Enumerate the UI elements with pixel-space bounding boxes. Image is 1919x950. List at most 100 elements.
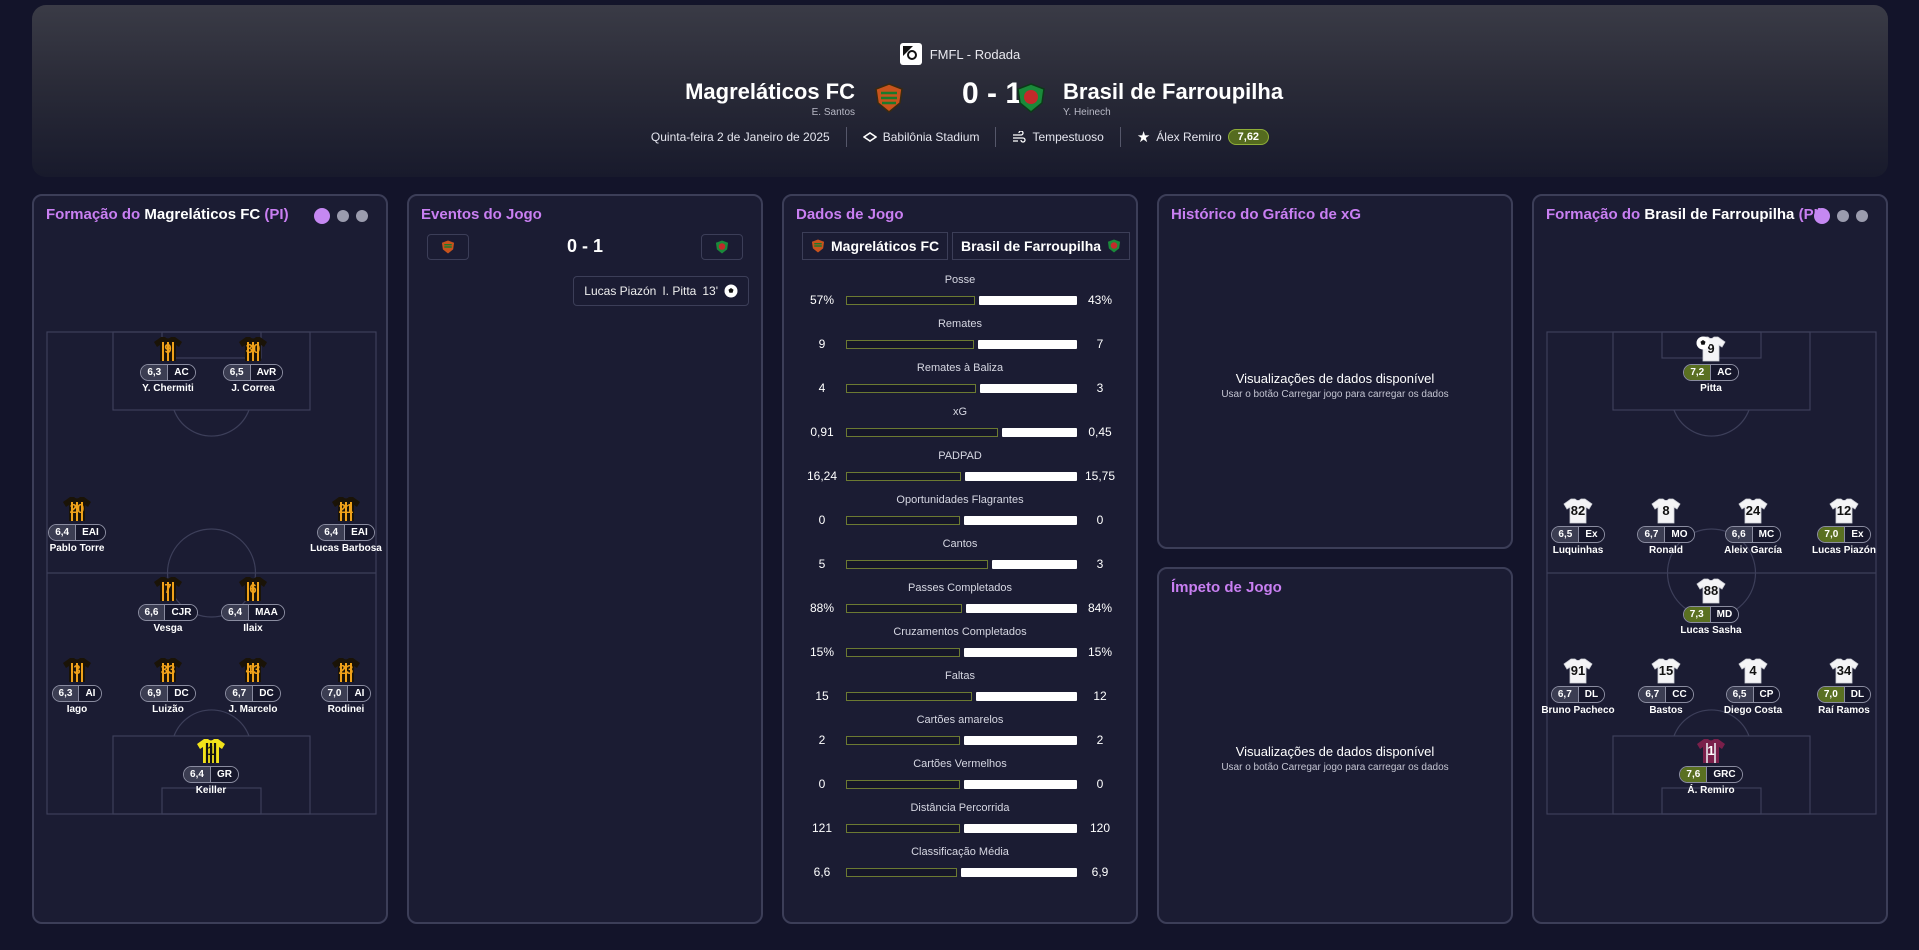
- player-name: Á. Remiro: [1687, 785, 1735, 796]
- shirt-icon: 20: [62, 496, 92, 522]
- stat-home-value: 121: [811, 821, 833, 835]
- shirt-icon: 9: [1696, 336, 1726, 362]
- player-card[interactable]: 91 6,7 DL Bruno Pacheco: [1528, 658, 1628, 716]
- stat-away-value: 0: [1096, 777, 1104, 791]
- view-dot-2[interactable]: [337, 210, 349, 222]
- shirt-number: 1: [1707, 743, 1715, 758]
- player-card[interactable]: 4 6,5 CP Diego Costa: [1703, 658, 1803, 716]
- stat-label: Remates: [937, 318, 983, 330]
- player-card[interactable]: 30 6,5 AvR J. Correa: [203, 336, 303, 394]
- player-position: Ex: [1844, 527, 1870, 542]
- player-rating-badge: 7,0 Ex: [1817, 526, 1871, 543]
- player-position: DC: [252, 686, 280, 701]
- tab-away-team[interactable]: Brasil de Farroupilha: [952, 232, 1131, 260]
- tab-label: Magreláticos FC: [831, 238, 940, 254]
- player-name: Diego Costa: [1723, 705, 1783, 716]
- shirt-icon: 34: [1829, 658, 1859, 684]
- player-position: MAA: [248, 605, 284, 620]
- momentum-panel: Ímpeto de Jogo Visualizações de dados di…: [1157, 567, 1513, 924]
- stat-home-bar: [846, 824, 960, 833]
- shirt-icon: 30: [238, 336, 268, 362]
- star-icon: ★: [1136, 129, 1151, 146]
- shirt-number: 21: [338, 501, 354, 516]
- player-position: CJR: [164, 605, 198, 620]
- stat-label: Cartões Vermelhos: [913, 758, 1007, 770]
- shirt-icon: 82: [1563, 498, 1593, 524]
- shirt-number: 1: [207, 743, 215, 758]
- player-position: DL: [1843, 687, 1871, 702]
- player-position: MO: [1664, 527, 1694, 542]
- player-name: Raí Ramos: [1818, 705, 1870, 716]
- player-rating-badge: 7,0 AI: [320, 685, 372, 702]
- player-name: Bruno Pacheco: [1541, 705, 1615, 716]
- match-header: FMFL - Rodada Magreláticos FC E. Santos …: [32, 5, 1888, 177]
- player-position: CP: [1752, 687, 1780, 702]
- view-dot-1[interactable]: [1814, 208, 1830, 224]
- player-card[interactable]: 12 7,0 Ex Lucas Piazón: [1794, 498, 1894, 556]
- stat-away-bar: [978, 340, 1077, 349]
- view-dot-1[interactable]: [314, 208, 330, 224]
- stat-away-bar: [966, 604, 1077, 613]
- player-card[interactable]: 8 6,7 MO Ronald: [1616, 498, 1716, 556]
- player-card[interactable]: 88 7,3 MD Lucas Sasha: [1661, 578, 1761, 636]
- player-card[interactable]: 24 6,6 MC Aleix García: [1703, 498, 1803, 556]
- stat-home-bar: [846, 780, 960, 789]
- player-rating-badge: 6,4 GR: [183, 766, 239, 783]
- mvp-name: Álex Remiro: [1156, 130, 1222, 144]
- shirt-number: 8: [1662, 503, 1670, 518]
- player-card[interactable]: 43 6,7 DC J. Marcelo: [203, 657, 303, 715]
- player-card[interactable]: 1 7,6 GRC Á. Remiro: [1661, 738, 1761, 796]
- view-dot-2[interactable]: [1837, 210, 1849, 222]
- shirt-number: 91: [1570, 663, 1586, 678]
- weather-text: Tempestuoso: [1032, 130, 1104, 144]
- player-card[interactable]: 34 7,0 DL Raí Ramos: [1794, 658, 1894, 716]
- stat-label: Cantos: [942, 538, 978, 550]
- away-crest-icon: [1017, 83, 1045, 113]
- stat-home-value: 0: [818, 513, 826, 527]
- player-card[interactable]: 9 7,2 AC Pitta: [1661, 336, 1761, 394]
- view-toggle: [314, 208, 368, 224]
- shirt-icon: 88: [1696, 578, 1726, 604]
- shirt-icon: 21: [331, 496, 361, 522]
- stat-home-bar: [846, 692, 972, 701]
- player-card[interactable]: 15 6,7 CC Bastos: [1616, 658, 1716, 716]
- stat-home-bar: [846, 516, 960, 525]
- event-minute: 13': [702, 284, 718, 298]
- view-dot-3[interactable]: [356, 210, 368, 222]
- away-crest-icon: [715, 240, 729, 254]
- stat-label: Faltas: [945, 670, 975, 682]
- stat-away-value: 3: [1096, 381, 1104, 395]
- goal-ball-icon: [1696, 336, 1710, 350]
- player-card[interactable]: 82 6,5 Ex Luquinhas: [1528, 498, 1628, 556]
- player-card[interactable]: 3 6,3 AI Iago: [27, 657, 127, 715]
- stat-home-value: 15%: [809, 645, 835, 659]
- title-team: Brasil de Farroupilha: [1644, 206, 1795, 223]
- goal-event[interactable]: Lucas Piazón I. Pitta 13': [573, 276, 749, 306]
- stadium-name: Babilônia Stadium: [882, 130, 980, 144]
- player-card[interactable]: 6 6,4 MAA Ilaix: [203, 576, 303, 634]
- player-card[interactable]: 23 7,0 AI Rodinei: [296, 657, 396, 715]
- player-rating: 7,3: [1683, 607, 1710, 622]
- player-rating: 6,6: [138, 605, 165, 620]
- shirt-number: 12: [1836, 503, 1852, 518]
- stat-away-value: 2: [1096, 733, 1104, 747]
- player-rating-badge: 6,6 MC: [1724, 526, 1782, 543]
- player-rating: 6,7: [1551, 687, 1578, 702]
- player-rating-badge: 6,7 DL: [1550, 686, 1606, 703]
- player-card[interactable]: 1 6,4 GR Keiller: [161, 738, 261, 796]
- player-position: DC: [167, 686, 195, 701]
- stat-home-bar: [846, 604, 962, 613]
- shirt-number: 23: [338, 662, 354, 677]
- view-dot-3[interactable]: [1856, 210, 1868, 222]
- stat-home-value: 5: [818, 557, 826, 571]
- player-position: EAI: [344, 525, 374, 540]
- player-card[interactable]: 20 6,4 EAI Pablo Torre: [27, 496, 127, 554]
- title-prefix: Formação do: [46, 206, 141, 223]
- player-rating-badge: 6,4 EAI: [48, 524, 106, 541]
- player-name: Ronald: [1649, 545, 1683, 556]
- player-rating-badge: 7,3 MD: [1682, 606, 1740, 623]
- player-card[interactable]: 21 6,4 EAI Lucas Barbosa: [296, 496, 396, 554]
- panel-title: Eventos do Jogo: [421, 206, 542, 223]
- shirt-icon: 1: [1696, 738, 1726, 764]
- tab-home-team[interactable]: Magreláticos FC: [802, 232, 949, 260]
